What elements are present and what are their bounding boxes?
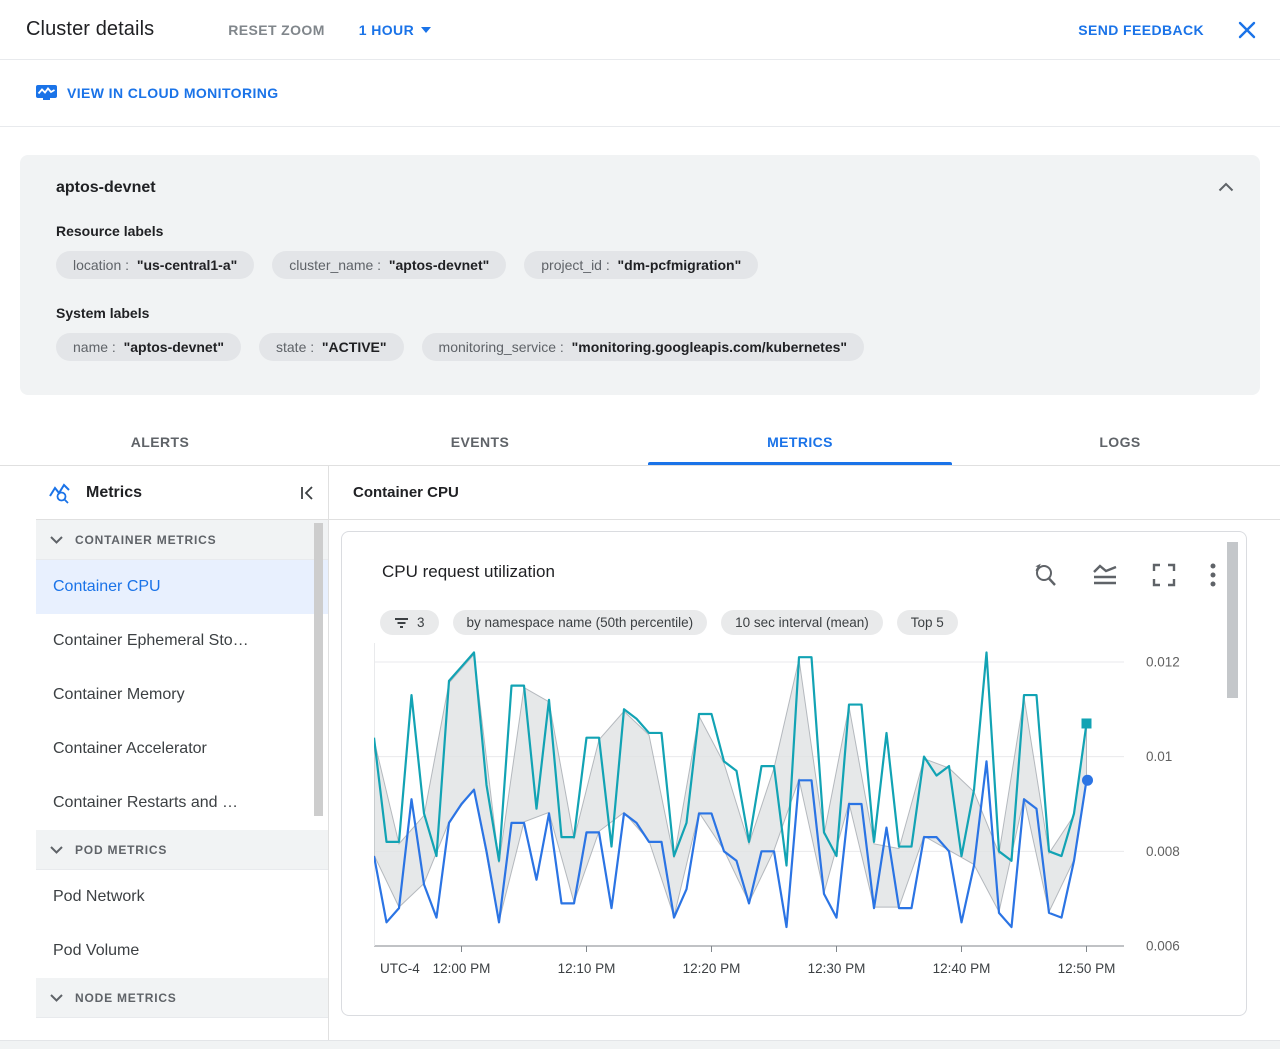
x-axis-label: 12:10 PM bbox=[558, 961, 616, 976]
metrics-content: Metrics CONTAINER METRICS Container CPU Co… bbox=[0, 466, 1280, 1040]
sidebar-item-container-accelerator[interactable]: Container Accelerator bbox=[36, 722, 328, 776]
monitoring-chart-icon bbox=[36, 85, 57, 100]
section-header-node-metrics[interactable]: NODE METRICS bbox=[36, 978, 328, 1018]
filter-icon bbox=[395, 617, 408, 628]
collapse-sidebar-icon[interactable] bbox=[300, 485, 314, 500]
sidebar-item-pod-network[interactable]: Pod Network bbox=[36, 870, 328, 924]
y-axis-label: 0.008 bbox=[1146, 844, 1180, 859]
y-axis-label: 0.006 bbox=[1146, 939, 1180, 954]
x-axis-label: 12:00 PM bbox=[433, 961, 491, 976]
tab-metrics[interactable]: METRICS bbox=[640, 420, 960, 465]
chevron-down-icon bbox=[421, 26, 432, 33]
resource-labels-heading: Resource labels bbox=[56, 223, 164, 239]
x-axis-label: 12:50 PM bbox=[1058, 961, 1116, 976]
page-background-strip bbox=[0, 1040, 1280, 1049]
chart-area: 0.012 0.01 0.008 0.006 12:00 PM 12:10 PM 12:20… bbox=[342, 639, 1246, 993]
chart-chip-1[interactable]: 10 sec interval (mean) bbox=[721, 610, 883, 635]
resource-labels-chips: location : "us-central1-a" cluster_name :… bbox=[56, 251, 1224, 279]
chart-chip-0[interactable]: by namespace name (50th percentile) bbox=[452, 610, 708, 635]
system-label-chip-monitoring_service: monitoring_service : "monitoring.googlea… bbox=[421, 333, 865, 361]
cluster-details-panel: aptos-devnet Resource labels location : … bbox=[20, 155, 1260, 395]
tab-alerts[interactable]: ALERTS bbox=[0, 420, 320, 465]
teal-end-marker bbox=[1081, 718, 1092, 729]
x-axis-label: 12:40 PM bbox=[933, 961, 991, 976]
collapse-panel-icon[interactable] bbox=[1218, 179, 1234, 197]
time-range-value: 1 HOUR bbox=[358, 21, 415, 38]
monitoring-link-row: VIEW IN CLOUD MONITORING bbox=[0, 60, 1280, 127]
system-labels-chips: name : "aptos-devnet" state : "ACTIVE" mon… bbox=[56, 333, 1224, 361]
cluster-panel-wrap: aptos-devnet Resource labels location : … bbox=[0, 127, 1280, 395]
main-scrollbar[interactable] bbox=[1227, 542, 1238, 698]
metric-group-header: Container CPU bbox=[329, 466, 1280, 520]
sidebar-item-container-restarts-and[interactable]: Container Restarts and … bbox=[36, 776, 328, 830]
metric-group-title: Container CPU bbox=[353, 484, 459, 501]
tab-bar: ALERTS EVENTS METRICS LOGS bbox=[0, 395, 1280, 466]
fullscreen-icon[interactable] bbox=[1152, 563, 1176, 587]
system-label-chip-state: state : "ACTIVE" bbox=[259, 333, 404, 361]
filter-count-chip[interactable]: 3 bbox=[380, 610, 439, 635]
metrics-main: Container CPU CPU request utilization 3 … bbox=[329, 466, 1280, 1040]
y-axis-label: 0.012 bbox=[1146, 654, 1180, 669]
chart-title: CPU request utilization bbox=[382, 562, 555, 581]
system-label-chip-name: name : "aptos-devnet" bbox=[56, 333, 241, 361]
system-labels-heading: System labels bbox=[56, 305, 150, 321]
reset-zoom-button[interactable]: RESET ZOOM bbox=[228, 22, 325, 38]
min-max-band bbox=[373, 653, 1087, 922]
close-icon[interactable] bbox=[1238, 21, 1256, 39]
sidebar-item-container-memory[interactable]: Container Memory bbox=[36, 668, 328, 722]
section-header-pod-metrics[interactable]: POD METRICS bbox=[36, 830, 328, 870]
timezone-label: UTC-4 bbox=[380, 961, 420, 976]
sidebar-scrollbar[interactable] bbox=[314, 523, 323, 816]
chart-card: CPU request utilization 3 by namespace n… bbox=[341, 531, 1247, 1016]
sidebar-item-pod-volume[interactable]: Pod Volume bbox=[36, 924, 328, 978]
metrics-explorer-icon bbox=[49, 482, 70, 504]
more-options-icon[interactable] bbox=[1210, 563, 1216, 587]
chart-chip-2[interactable]: Top 5 bbox=[896, 610, 958, 635]
sidebar-title: Metrics bbox=[86, 483, 143, 501]
resource-label-chip-location: location : "us-central1-a" bbox=[56, 251, 255, 279]
metrics-sidebar: Metrics CONTAINER METRICS Container CPU Co… bbox=[36, 466, 329, 1040]
sidebar-item-container-cpu[interactable]: Container CPU bbox=[36, 560, 328, 614]
resource-label-chip-cluster_name: cluster_name : "aptos-devnet" bbox=[272, 251, 507, 279]
x-axis-label: 12:20 PM bbox=[683, 961, 741, 976]
chart-filter-chips: 3 by namespace name (50th percentile) 10 s… bbox=[342, 588, 1246, 639]
tab-logs[interactable]: LOGS bbox=[960, 420, 1280, 465]
zoom-reset-icon[interactable] bbox=[1032, 562, 1058, 588]
send-feedback-button[interactable]: SEND FEEDBACK bbox=[1078, 22, 1204, 38]
blue-end-marker bbox=[1082, 774, 1093, 786]
sidebar-item-container-ephemeral-sto[interactable]: Container Ephemeral Sto… bbox=[36, 614, 328, 668]
x-axis-label: 12:30 PM bbox=[808, 961, 866, 976]
cluster-name: aptos-devnet bbox=[56, 179, 156, 196]
time-range-dropdown[interactable]: 1 HOUR bbox=[358, 21, 432, 38]
resource-label-chip-project_id: project_id : "dm-pcfmigration" bbox=[524, 251, 759, 279]
tab-events[interactable]: EVENTS bbox=[320, 420, 640, 465]
view-in-cloud-monitoring-link[interactable]: VIEW IN CLOUD MONITORING bbox=[36, 85, 279, 101]
sidebar-header: Metrics bbox=[36, 466, 328, 520]
page-title: Cluster details bbox=[26, 18, 155, 40]
cpu-utilization-chart[interactable]: 0.012 0.01 0.008 0.006 12:00 PM 12:10 PM 12:20… bbox=[372, 643, 1216, 988]
section-header-container-metrics[interactable]: CONTAINER METRICS bbox=[36, 520, 328, 560]
legend-toggle-icon[interactable] bbox=[1092, 563, 1118, 587]
dialog-header: Cluster details RESET ZOOM 1 HOUR SEND F… bbox=[0, 0, 1280, 60]
y-axis-label: 0.01 bbox=[1146, 749, 1172, 764]
